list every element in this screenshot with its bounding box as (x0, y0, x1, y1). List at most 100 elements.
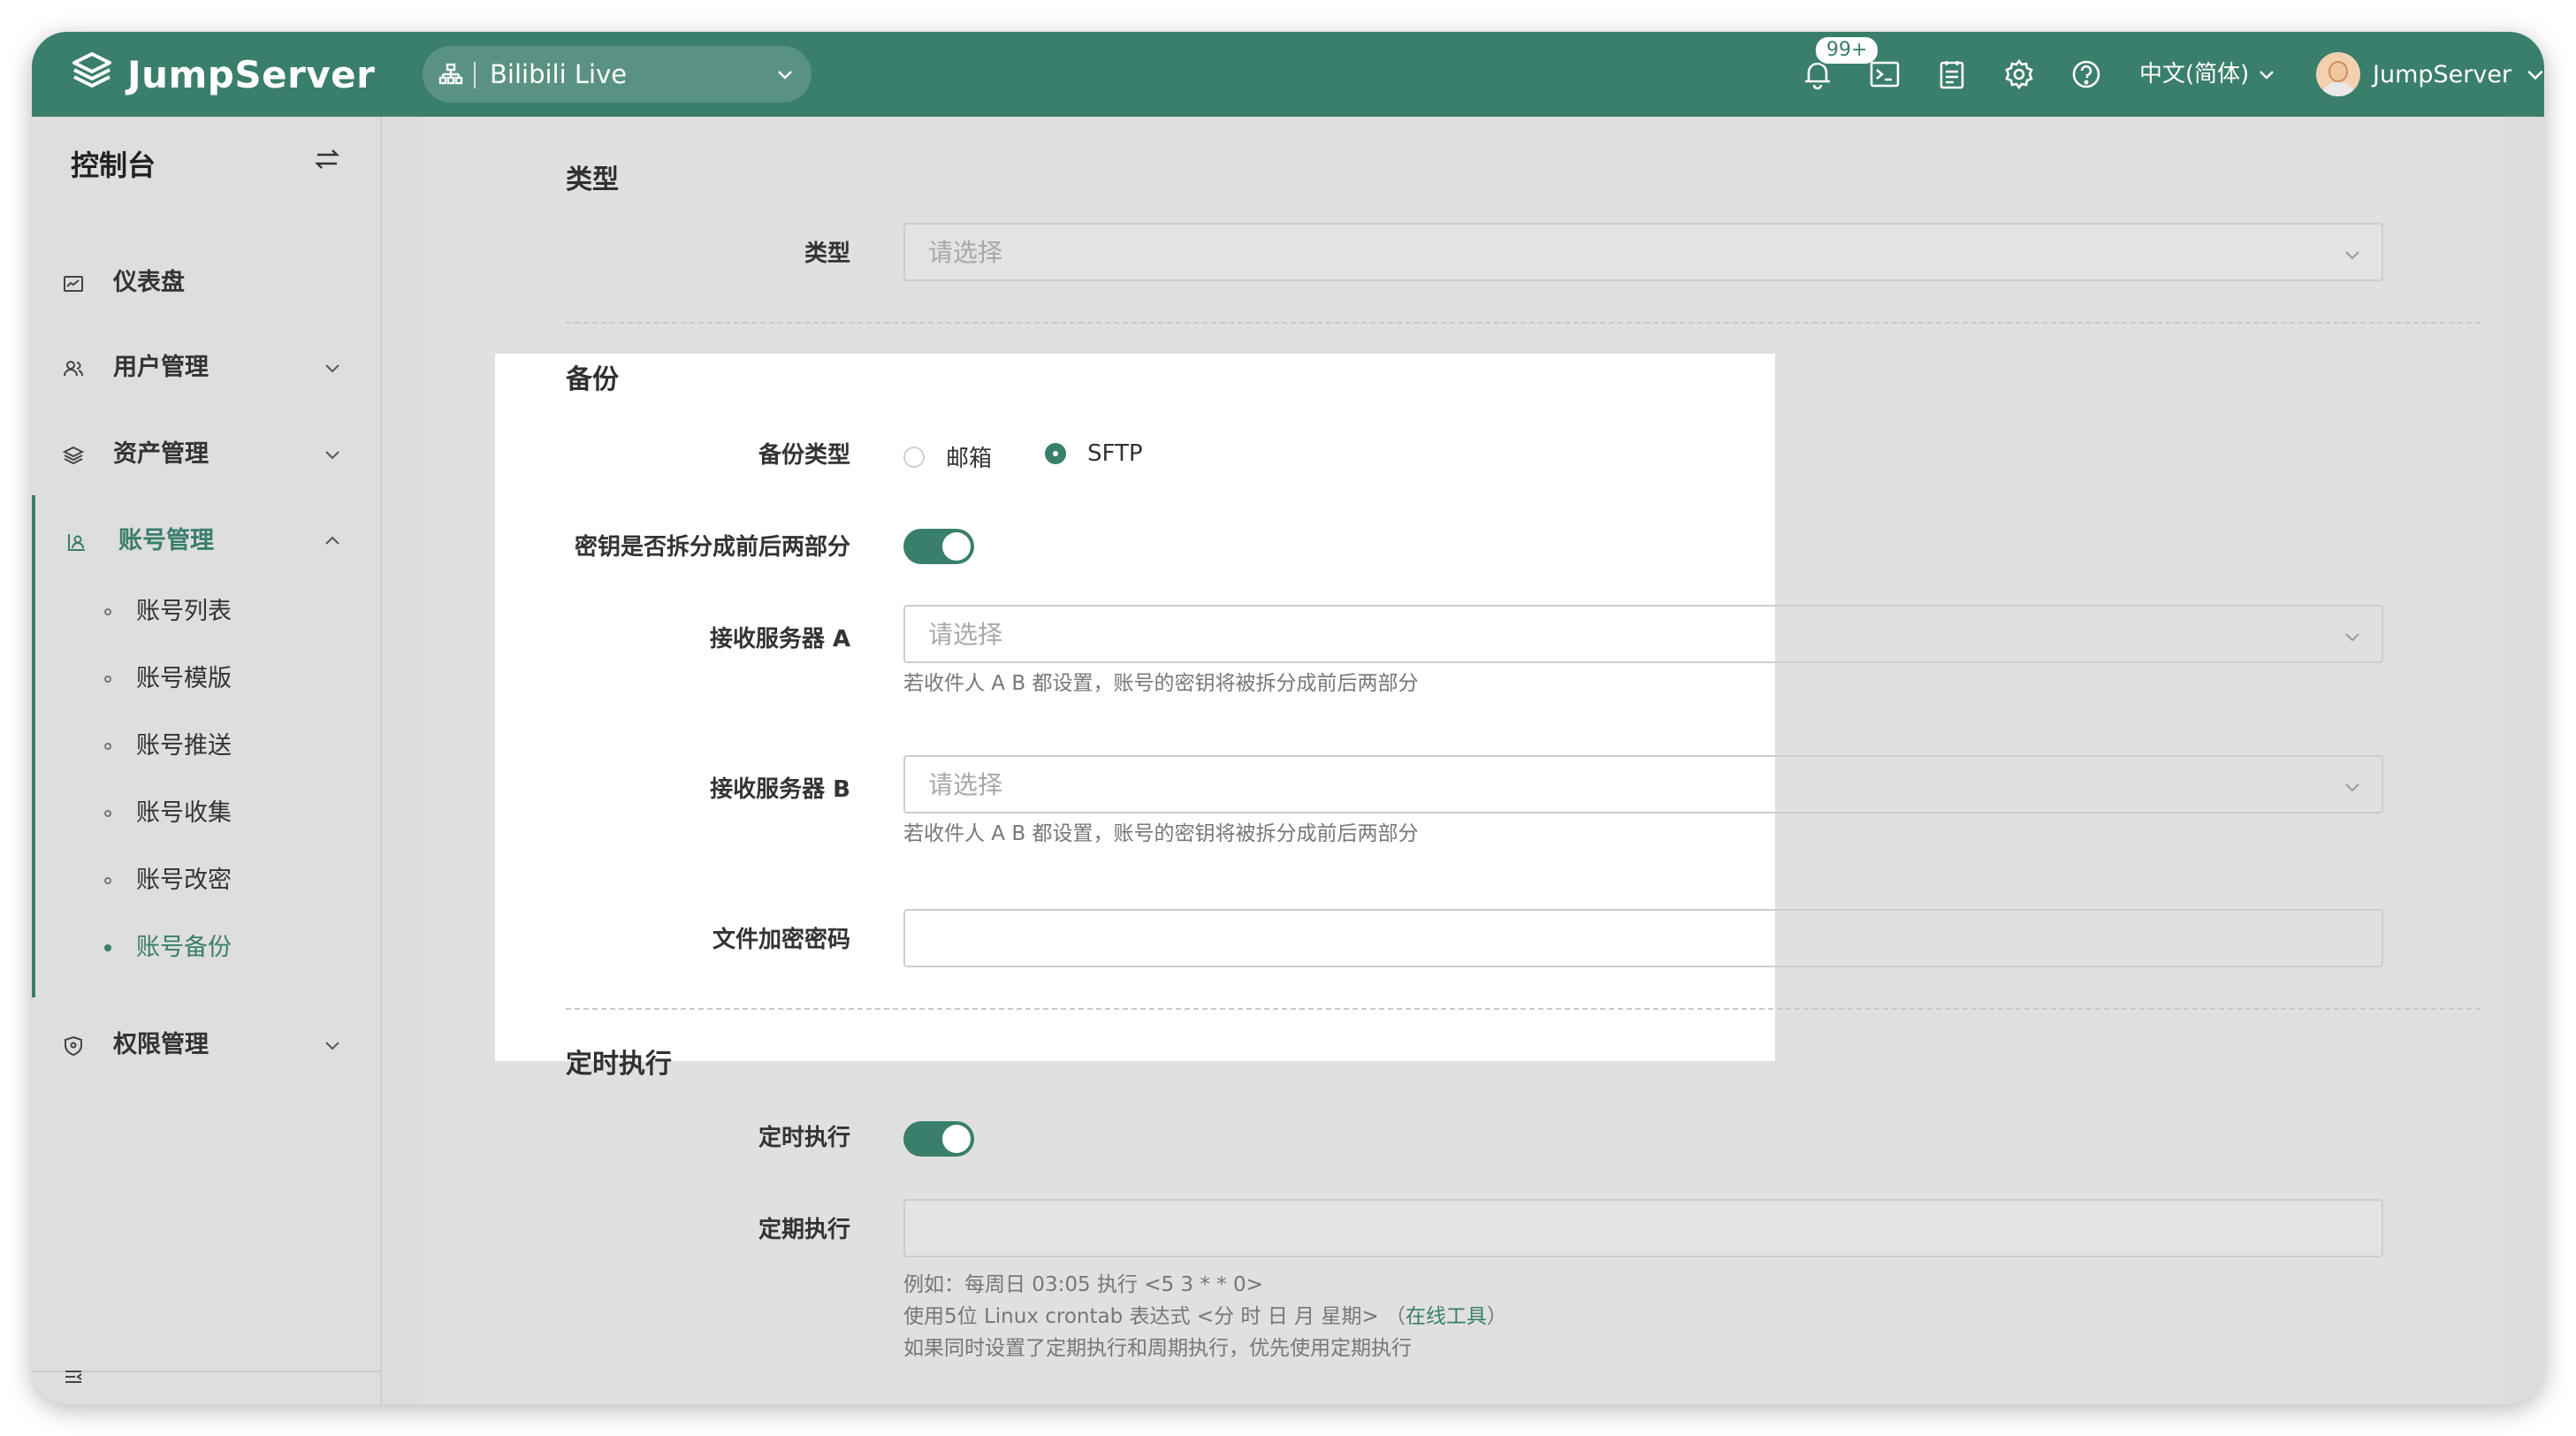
chevron-down-icon (324, 1036, 341, 1054)
submenu-account-backup[interactable]: 账号备份 (32, 921, 380, 974)
server-a-hint: 若收件人 A B 都设置，账号的密钥将被拆分成前后两部分 (903, 672, 1419, 695)
crontab-hint-prefix: 使用5位 Linux crontab 表达式 <分 时 日 月 星期> （ (903, 1305, 1406, 1328)
sidebar-item-dashboard[interactable]: 仪表盘 (32, 251, 380, 315)
server-a-select[interactable]: 请选择 (903, 605, 2383, 663)
tickets-icon[interactable] (1934, 57, 1970, 92)
crontab-hint-format: 使用5位 Linux crontab 表达式 <分 时 日 月 星期> （在线工… (903, 1302, 1507, 1332)
console-title: 控制台 (71, 149, 156, 182)
section-divider (566, 322, 2481, 324)
server-b-hint: 若收件人 A B 都设置，账号的密钥将被拆分成前后两部分 (903, 822, 1419, 845)
submenu-change-secret[interactable]: 账号改密 (32, 854, 380, 907)
radio-sftp[interactable]: SFTP (1045, 440, 1143, 467)
submenu-account-gather[interactable]: 账号收集 (32, 787, 380, 840)
bullet-icon (104, 810, 111, 817)
server-b-label: 接收服务器 B (710, 776, 850, 803)
submenu-label: 账号模版 (136, 665, 232, 692)
layers-icon (62, 444, 85, 467)
type-label: 类型 (804, 241, 850, 267)
toggle-knob (942, 532, 971, 561)
sidebar: 控制台 仪表盘 用户管理 资产管理 账号管理 账号列表 账号模版 账号推送 账号… (32, 117, 382, 1404)
radio-label: 邮箱 (946, 446, 993, 472)
submenu-account-template[interactable]: 账号模版 (32, 653, 380, 706)
bullet-icon (104, 676, 111, 683)
collapse-sidebar-icon[interactable] (62, 1365, 85, 1388)
users-icon (62, 357, 85, 380)
account-icon (65, 531, 88, 554)
bullet-icon (104, 608, 111, 615)
chevron-down-icon (2343, 777, 2362, 797)
user-name: JumpServer (2373, 60, 2512, 88)
crontab-input[interactable] (903, 1199, 2383, 1257)
sidebar-item-label: 资产管理 (113, 440, 209, 468)
server-a-label: 接收服务器 A (709, 626, 850, 653)
submenu-label: 账号改密 (136, 867, 232, 894)
server-b-select[interactable]: 请选择 (903, 755, 2383, 813)
chevron-down-icon (2260, 71, 2275, 80)
submenu-account-list[interactable]: 账号列表 (32, 585, 380, 638)
brand-logo[interactable]: JumpServer (69, 46, 375, 103)
scheduled-toggle[interactable] (903, 1121, 974, 1157)
sidebar-item-users[interactable]: 用户管理 (32, 336, 380, 400)
chevron-down-icon (324, 359, 341, 377)
submenu-label: 账号备份 (136, 934, 232, 961)
dashboard-icon (62, 272, 85, 295)
submenu-label: 账号收集 (136, 799, 232, 827)
type-select[interactable]: 请选择 (903, 223, 2383, 281)
submenu-label: 账号推送 (136, 732, 232, 760)
backup-type-label: 备份类型 (758, 442, 850, 469)
section-title-type: 类型 (566, 164, 619, 195)
crontab-hint-example: 例如：每周日 03:05 执行 <5 3 * * 0> (903, 1273, 1263, 1296)
split-key-label: 密钥是否拆分成前后两部分 (574, 534, 850, 561)
section-divider (566, 1008, 2481, 1010)
brand-name: JumpServer (127, 52, 376, 96)
toggle-knob (942, 1125, 971, 1153)
sidebar-item-assets[interactable]: 资产管理 (32, 423, 380, 486)
org-name: Bilibili Live (490, 59, 628, 89)
file-password-input[interactable] (903, 909, 2383, 967)
user-menu[interactable]: JumpServer (2316, 51, 2544, 97)
submenu-account-push[interactable]: 账号推送 (32, 720, 380, 773)
radio-email[interactable]: 邮箱 (903, 440, 992, 473)
sidebar-item-label: 仪表盘 (113, 269, 185, 296)
shield-icon (62, 1035, 85, 1058)
server-b-placeholder: 请选择 (928, 770, 1003, 799)
online-tool-link[interactable]: 在线工具 (1406, 1305, 1487, 1328)
terminal-icon[interactable] (1867, 57, 1902, 92)
bullet-icon (104, 944, 111, 951)
server-a-placeholder: 请选择 (928, 620, 1003, 649)
crontab-label: 定期执行 (758, 1217, 850, 1243)
org-separator (474, 62, 476, 88)
submenu-label: 账号列表 (136, 598, 232, 625)
sidebar-item-label: 权限管理 (113, 1031, 209, 1058)
avatar (2316, 52, 2360, 96)
sidebar-item-label: 账号管理 (118, 527, 214, 554)
sidebar-item-permissions[interactable]: 权限管理 (32, 1013, 380, 1077)
split-key-toggle[interactable] (903, 529, 974, 564)
scheduled-label: 定时执行 (758, 1125, 850, 1151)
section-title-schedule: 定时执行 (566, 1049, 672, 1080)
app-window: JumpServer Bilibili Live 99+ 中文(简体) Jump… (32, 32, 2544, 1404)
bullet-icon (104, 877, 111, 884)
bullet-icon (104, 743, 111, 750)
sidebar-item-accounts[interactable]: 账号管理 (32, 509, 380, 573)
file-password-label: 文件加密密码 (712, 927, 850, 953)
chevron-down-icon (776, 65, 794, 83)
chevron-down-icon (2527, 70, 2543, 80)
language-label: 中文(简体) (2139, 61, 2250, 88)
language-select[interactable]: 中文(简体) (2139, 57, 2275, 92)
crontab-hint-priority: 如果同时设置了定期执行和周期执行，优先使用定期执行 (903, 1337, 1412, 1360)
chevron-down-icon (324, 446, 341, 463)
chevron-down-icon (2343, 245, 2362, 264)
section-title-backup: 备份 (566, 364, 619, 395)
type-select-placeholder: 请选择 (928, 238, 1003, 267)
crontab-hint-suffix: ） (1486, 1305, 1507, 1328)
switch-view-icon[interactable] (313, 145, 341, 173)
chevron-down-icon (2343, 627, 2362, 646)
chevron-up-icon (324, 532, 341, 550)
radio-circle (903, 446, 925, 468)
sidebar-item-label: 用户管理 (113, 354, 209, 381)
help-icon[interactable] (2069, 57, 2104, 92)
organization-select[interactable]: Bilibili Live (423, 46, 812, 103)
radio-label: SFTP (1087, 440, 1143, 467)
gear-icon[interactable] (2001, 57, 2037, 92)
